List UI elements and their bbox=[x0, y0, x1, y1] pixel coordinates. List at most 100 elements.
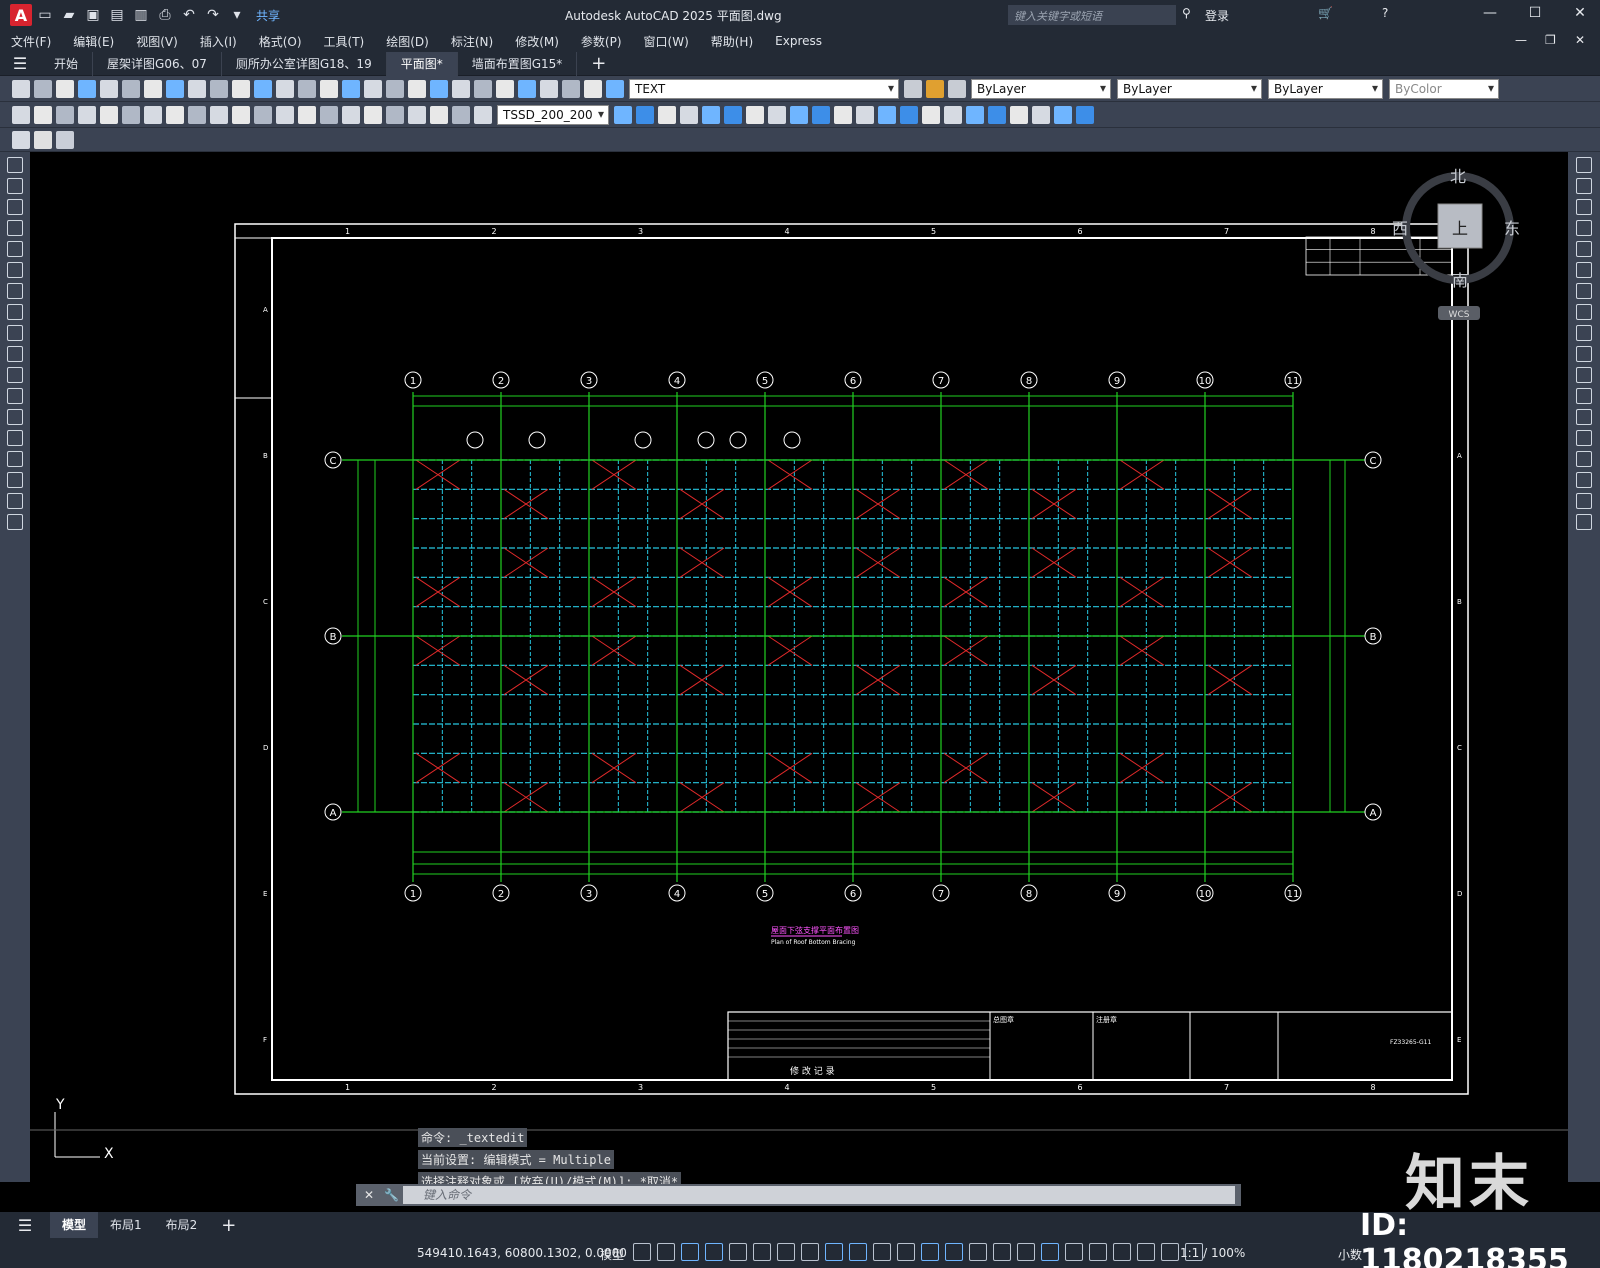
undo-icon[interactable]: ↶ bbox=[178, 4, 200, 26]
hamburger-menu-icon[interactable]: ☰ bbox=[0, 54, 40, 73]
dimension-tool-icon[interactable] bbox=[12, 105, 30, 124]
modify-tool-icon[interactable] bbox=[702, 105, 720, 124]
standard-tool-icon[interactable] bbox=[452, 79, 470, 98]
standard-tool-icon[interactable] bbox=[584, 79, 602, 98]
dim-style-combo[interactable]: TSSD_200_200 bbox=[497, 104, 609, 125]
modify-tool-icon[interactable] bbox=[768, 105, 786, 124]
doc-minimize-icon[interactable]: — bbox=[1515, 33, 1527, 47]
status-toggle-icon[interactable] bbox=[1161, 1243, 1179, 1261]
dimension-tool-icon[interactable] bbox=[430, 105, 448, 124]
status-toggle-icon[interactable] bbox=[993, 1243, 1011, 1261]
modify-tool-icon[interactable] bbox=[922, 105, 940, 124]
lineweight-combo[interactable]: ByLayer bbox=[1268, 78, 1383, 99]
status-toggle-icon[interactable] bbox=[849, 1243, 867, 1261]
dimension-tool-icon[interactable] bbox=[122, 105, 140, 124]
dimension-tool-icon[interactable] bbox=[144, 105, 162, 124]
menu-express[interactable]: Express bbox=[764, 34, 833, 48]
modify-palette-icon[interactable] bbox=[1576, 346, 1592, 362]
draw-palette-icon[interactable] bbox=[7, 346, 23, 362]
standard-tool-icon[interactable] bbox=[78, 79, 96, 98]
modify-tool-icon[interactable] bbox=[746, 105, 764, 124]
tab-model[interactable]: 模型 bbox=[50, 1212, 99, 1238]
modify-tool-icon[interactable] bbox=[966, 105, 984, 124]
command-input[interactable]: 键入命令 bbox=[403, 1186, 1235, 1204]
modify-palette-icon[interactable] bbox=[1576, 304, 1592, 320]
modify-palette-icon[interactable] bbox=[1576, 325, 1592, 341]
standard-tool-icon[interactable] bbox=[100, 79, 118, 98]
dimension-tool-icon[interactable] bbox=[298, 105, 316, 124]
quick-access-dropdown-icon[interactable]: ▾ bbox=[226, 4, 248, 26]
modify-palette-icon[interactable] bbox=[1576, 220, 1592, 236]
standard-tool-icon[interactable] bbox=[34, 79, 52, 98]
menu-draw[interactable]: 绘图(D) bbox=[375, 33, 440, 50]
status-toggle-icon[interactable] bbox=[681, 1243, 699, 1261]
menu-window[interactable]: 窗口(W) bbox=[633, 33, 700, 50]
layout-menu-icon[interactable]: ☰ bbox=[0, 1216, 50, 1235]
standard-tool-icon[interactable] bbox=[166, 79, 184, 98]
plot-icon[interactable]: ⎙ bbox=[154, 4, 176, 26]
standard-tool-icon[interactable] bbox=[562, 79, 580, 98]
draw-palette-icon[interactable] bbox=[7, 514, 23, 530]
status-toggle-icon[interactable] bbox=[753, 1243, 771, 1261]
dimension-tool-icon[interactable] bbox=[78, 105, 96, 124]
modify-tool-icon[interactable] bbox=[1076, 105, 1094, 124]
save-icon[interactable]: ▣ bbox=[82, 4, 104, 26]
status-toggle-icon[interactable] bbox=[897, 1243, 915, 1261]
status-toggle-icon[interactable] bbox=[1113, 1243, 1131, 1261]
tab-roof-truss[interactable]: 屋架详图G06、07 bbox=[93, 51, 222, 76]
draw-palette-icon[interactable] bbox=[7, 304, 23, 320]
modify-palette-icon[interactable] bbox=[1576, 241, 1592, 257]
login-button[interactable]: 登录 bbox=[1205, 7, 1229, 24]
units-display[interactable]: 小数 bbox=[1338, 1246, 1362, 1263]
modify-tool-icon[interactable] bbox=[614, 105, 632, 124]
menu-parametric[interactable]: 参数(P) bbox=[570, 33, 633, 50]
customize-command-icon[interactable]: 🔧 bbox=[384, 1188, 399, 1202]
draw-palette-icon[interactable] bbox=[7, 493, 23, 509]
modify-palette-icon[interactable] bbox=[1576, 409, 1592, 425]
draw-palette-icon[interactable] bbox=[7, 430, 23, 446]
doc-close-icon[interactable]: ✕ bbox=[1575, 33, 1585, 47]
standard-tool-icon[interactable] bbox=[12, 79, 30, 98]
modify-tool-icon[interactable] bbox=[636, 105, 654, 124]
standard-tool-icon[interactable] bbox=[276, 79, 294, 98]
menu-file[interactable]: 文件(F) bbox=[0, 33, 62, 50]
dimension-tool-icon[interactable] bbox=[210, 105, 228, 124]
search-icon[interactable]: ⚲ bbox=[1182, 6, 1191, 20]
dimension-tool-icon[interactable] bbox=[34, 105, 52, 124]
standard-tool-icon[interactable] bbox=[474, 79, 492, 98]
standard-tool-icon[interactable] bbox=[320, 79, 338, 98]
draw-palette-icon[interactable] bbox=[7, 388, 23, 404]
extra-tool-icon[interactable] bbox=[12, 130, 30, 149]
modify-palette-icon[interactable] bbox=[1576, 262, 1592, 278]
modify-tool-icon[interactable] bbox=[790, 105, 808, 124]
annotation-scale[interactable]: 1:1 / 100% bbox=[1180, 1246, 1245, 1260]
dimension-tool-icon[interactable] bbox=[474, 105, 492, 124]
new-tab-icon[interactable]: + bbox=[577, 53, 620, 74]
standard-tool-icon[interactable] bbox=[606, 79, 624, 98]
open-file-icon[interactable]: ▰ bbox=[58, 4, 80, 26]
standard-tool-icon[interactable] bbox=[364, 79, 382, 98]
status-toggle-icon[interactable] bbox=[801, 1243, 819, 1261]
modify-tool-icon[interactable] bbox=[658, 105, 676, 124]
standard-tool-icon[interactable] bbox=[298, 79, 316, 98]
autocad-logo-icon[interactable]: A bbox=[10, 4, 32, 26]
cart-icon[interactable]: 🛒 bbox=[1318, 6, 1333, 20]
new-file-icon[interactable]: ▭ bbox=[34, 4, 56, 26]
tab-toilet-office[interactable]: 厕所办公室详图G18、19 bbox=[222, 51, 387, 76]
tab-start[interactable]: 开始 bbox=[40, 51, 94, 76]
standard-tool-icon[interactable] bbox=[540, 79, 558, 98]
tab-plan[interactable]: 平面图* bbox=[386, 51, 458, 76]
modify-palette-icon[interactable] bbox=[1576, 430, 1592, 446]
modify-tool-icon[interactable] bbox=[944, 105, 962, 124]
dimension-tool-icon[interactable] bbox=[100, 105, 118, 124]
linetype-combo[interactable]: ByLayer bbox=[1117, 78, 1262, 99]
standard-tool-icon[interactable] bbox=[342, 79, 360, 98]
text-style-combo[interactable]: TEXT bbox=[629, 78, 899, 99]
modify-tool-icon[interactable] bbox=[1032, 105, 1050, 124]
color-combo[interactable]: ByColor bbox=[1389, 78, 1499, 99]
status-toggle-icon[interactable] bbox=[825, 1243, 843, 1261]
draw-palette-icon[interactable] bbox=[7, 472, 23, 488]
status-toggle-icon[interactable] bbox=[921, 1243, 939, 1261]
draw-palette-icon[interactable] bbox=[7, 262, 23, 278]
status-toggle-icon[interactable] bbox=[945, 1243, 963, 1261]
